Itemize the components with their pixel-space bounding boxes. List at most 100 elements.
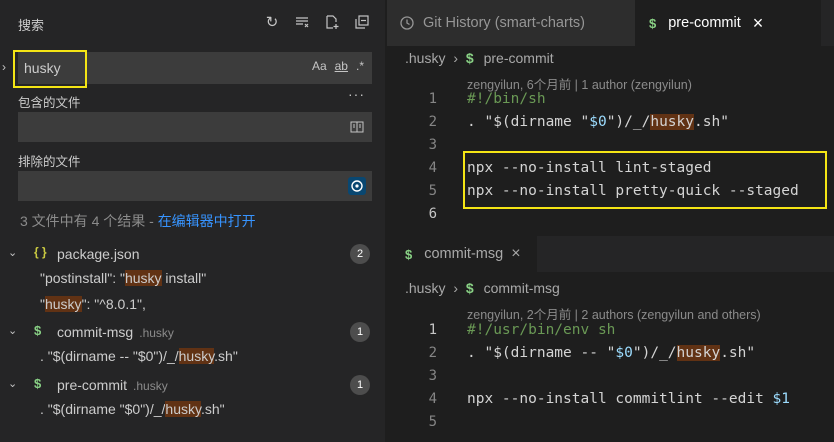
refresh-icon[interactable]: ↻: [262, 12, 282, 32]
result-count-badge: 1: [350, 375, 370, 395]
line-text: install": [161, 270, 207, 286]
results-summary-text: 3 文件中有 4 个结果 -: [20, 213, 158, 229]
history-icon: [399, 15, 415, 31]
result-count-badge: 2: [350, 244, 370, 264]
line-number: 2: [428, 114, 437, 130]
chevron-down-icon[interactable]: ⌄: [8, 377, 17, 390]
result-line[interactable]: "husky": "^8.0.1",: [40, 296, 146, 316]
tab-git-history[interactable]: Git History (smart-charts): [387, 0, 635, 46]
more-options-icon[interactable]: ···: [348, 86, 365, 102]
code-line[interactable]: . "$(dirname "$0")/_/husky.sh": [467, 114, 729, 130]
collapse-all-icon[interactable]: [352, 12, 372, 32]
result-file-name: commit-msg .husky: [57, 324, 174, 340]
line-number: 6: [428, 206, 437, 222]
result-line[interactable]: . "$(dirname -- "$0")/_/husky.sh": [40, 348, 238, 368]
open-in-editor-link[interactable]: 在编辑器中打开: [158, 213, 256, 229]
tab-label: pre-commit: [668, 15, 741, 31]
sidebar-header: 搜索 ↻: [0, 0, 386, 46]
tab-label: commit-msg: [424, 246, 504, 262]
file-name-text: commit-msg: [57, 324, 134, 340]
line-text: .sh": [200, 401, 225, 417]
code-token: $0: [589, 114, 607, 130]
line-number: 4: [428, 160, 437, 176]
exclude-files-input[interactable]: [18, 171, 372, 201]
toggle-replace-chevron-icon[interactable]: ›: [2, 60, 6, 74]
result-file-name: package.json: [57, 246, 140, 262]
code-token: $1: [772, 391, 791, 407]
chevron-down-icon[interactable]: ⌄: [8, 324, 17, 337]
match-text: husky: [178, 348, 215, 364]
file-name-text: pre-commit: [57, 377, 128, 393]
json-file-icon: { }: [34, 245, 47, 259]
tab-label: Git History (smart-charts): [423, 15, 585, 31]
result-line[interactable]: . "$(dirname "$0")/_/husky.sh": [40, 401, 225, 421]
line-number: 5: [428, 183, 437, 199]
result-file-package-json[interactable]: ⌄ { } package.json 2: [0, 243, 386, 265]
result-file-pre-commit[interactable]: ⌄ $ pre-commit .husky 1: [0, 374, 386, 396]
line-number: 1: [428, 91, 437, 107]
line-number: 4: [428, 391, 437, 407]
shell-file-icon: $: [465, 50, 474, 66]
shell-file-icon: $: [34, 323, 42, 338]
include-files-label: 包含的文件: [18, 96, 81, 110]
tab-commit-msg[interactable]: $ commit-msg ×: [387, 236, 537, 272]
breadcrumb-file[interactable]: pre-commit: [484, 50, 554, 66]
blame-annotation[interactable]: zengyilun, 2个月前 | 2 authors (zengyilun a…: [467, 304, 761, 323]
match-text: husky: [44, 296, 82, 312]
match-text: husky: [676, 345, 721, 361]
line-text: "postinstall": ": [40, 270, 125, 286]
code-token: npx --no-install commitlint --edit: [467, 391, 773, 407]
close-icon[interactable]: ×: [753, 13, 764, 34]
code-token: .sh": [694, 114, 729, 130]
breadcrumb-file[interactable]: commit-msg: [484, 280, 560, 296]
code-highlight-box: [463, 151, 827, 209]
result-file-commit-msg[interactable]: ⌄ $ commit-msg .husky 1: [0, 321, 386, 343]
close-icon[interactable]: ×: [511, 245, 520, 263]
exclude-files-label: 排除的文件: [18, 155, 81, 169]
line-text: . "$(dirname "$0")/_/: [40, 401, 166, 417]
editor-area: Git History (smart-charts) $ pre-commit …: [387, 0, 834, 442]
result-line[interactable]: "postinstall": "husky install": [40, 270, 206, 290]
chevron-down-icon[interactable]: ⌄: [8, 246, 17, 259]
chevron-right-icon: ›: [453, 280, 459, 296]
line-text: . "$(dirname -- "$0")/_/: [40, 348, 179, 364]
code-line[interactable]: npx --no-install commitlint --edit $1: [467, 391, 790, 407]
code-token: .sh": [720, 345, 756, 361]
code-token: ")/_/: [606, 114, 651, 130]
breadcrumb: .husky › $ commit-msg: [405, 280, 560, 296]
line-number: 3: [428, 137, 437, 153]
use-regex-icon[interactable]: .*: [356, 59, 364, 73]
file-name-text: package.json: [57, 246, 140, 262]
line-number: 5: [428, 414, 437, 430]
file-dir-text: .husky: [133, 379, 168, 393]
file-dir-text: .husky: [139, 326, 174, 340]
result-file-name: pre-commit .husky: [57, 377, 168, 393]
code-line[interactable]: #!/bin/sh: [467, 91, 546, 107]
search-highlight-box: [13, 50, 87, 88]
sidebar-actions: ↻: [262, 12, 372, 32]
match-case-icon[interactable]: Aa: [312, 59, 327, 73]
breadcrumb-dir[interactable]: .husky: [405, 50, 445, 66]
line-text: .sh": [214, 348, 238, 364]
chevron-right-icon: ›: [453, 50, 459, 66]
open-editors-only-icon[interactable]: [348, 118, 366, 136]
code-line[interactable]: #!/usr/bin/env sh: [467, 322, 615, 338]
shell-file-icon: $: [34, 376, 42, 391]
shell-file-icon: $: [405, 246, 413, 262]
sidebar-title: 搜索: [18, 18, 45, 33]
match-whole-word-icon[interactable]: ab: [335, 59, 348, 73]
code-line[interactable]: . "$(dirname -- "$0")/_/husky.sh": [467, 345, 755, 361]
results-summary: 3 文件中有 4 个结果 - 在编辑器中打开: [20, 211, 256, 231]
code-token: $0: [615, 345, 633, 361]
search-options: Aa ab .*: [312, 59, 364, 73]
code-token: . "$(dirname -- ": [467, 345, 616, 361]
include-files-input[interactable]: [18, 112, 372, 142]
line-number: 1: [428, 322, 437, 338]
clear-results-icon[interactable]: [292, 12, 312, 32]
new-search-editor-icon[interactable]: [322, 12, 342, 32]
line-number: 3: [428, 368, 437, 384]
breadcrumb-dir[interactable]: .husky: [405, 280, 445, 296]
match-text: husky: [165, 401, 201, 417]
tab-pre-commit[interactable]: $ pre-commit ×: [635, 0, 821, 46]
use-exclude-settings-icon[interactable]: [348, 177, 366, 195]
